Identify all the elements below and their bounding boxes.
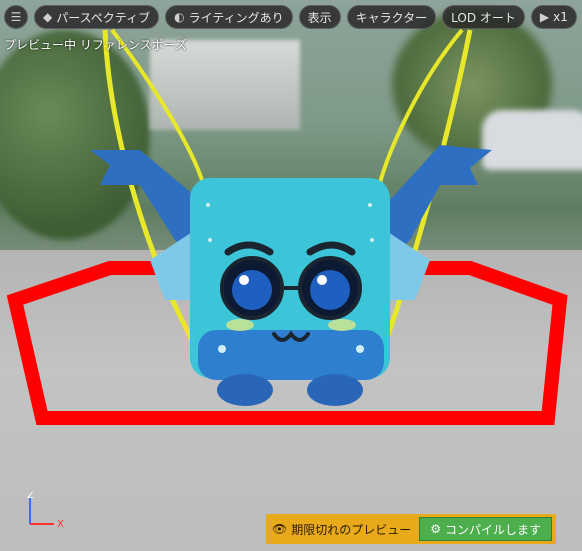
eye-icon: 👁 [272, 522, 288, 536]
left-eye-shine [239, 275, 249, 285]
compile-button[interactable]: ⚙ コンパイルします [419, 517, 553, 541]
show-button[interactable]: 表示 [298, 5, 341, 29]
show-label: 表示 [307, 10, 332, 25]
body-dot [218, 345, 226, 353]
perspective-label: パースペクティブ [56, 10, 151, 25]
left-eye-iris [232, 270, 272, 310]
x-axis-label: X [57, 519, 64, 530]
compile-label: コンパイルします [445, 522, 542, 537]
scene-svg [6, 28, 568, 425]
perspective-button[interactable]: ◆ パースペクティブ [34, 5, 160, 29]
lod-button[interactable]: LOD オート [442, 5, 525, 29]
right-foot [307, 374, 363, 406]
right-wing [390, 145, 492, 260]
character-button[interactable]: キャラクター [346, 5, 437, 29]
body-dot [368, 203, 372, 207]
viewport[interactable]: ☰ ◆ パースペクティブ ◐ ライティングあり 表示 キャラクター LOD オー… [0, 0, 582, 551]
lod-label: LOD オート [451, 10, 516, 25]
expired-preview-status: 👁 期限切れのプレビュー [270, 521, 413, 538]
cube-icon: ◆ [43, 10, 53, 24]
play-speed-button[interactable]: ▶ x1 [530, 5, 577, 29]
menu-button[interactable]: ☰ [4, 5, 28, 29]
axis-gizmo: Z X [27, 492, 64, 530]
character-body-shade [198, 330, 384, 380]
body-dot [208, 238, 212, 242]
expired-preview-label: 期限切れのプレビュー [291, 522, 412, 537]
preview-warning-bar: 👁 期限切れのプレビュー ⚙ コンパイルします [266, 514, 557, 544]
lighting-icon: ◐ [174, 10, 185, 24]
body-dot [370, 238, 374, 242]
body-dot [356, 345, 364, 353]
body-dot [206, 203, 210, 207]
left-foot [217, 374, 273, 406]
lighting-label: ライティングあり [188, 10, 284, 25]
right-eye-iris [310, 270, 350, 310]
play-speed-label: x1 [553, 10, 568, 24]
left-cheek [226, 319, 254, 331]
menu-icon: ☰ [10, 10, 22, 24]
play-icon: ▶ [539, 10, 550, 24]
right-cheek [328, 319, 356, 331]
viewport-toolbar: ☰ ◆ パースペクティブ ◐ ライティングあり 表示 キャラクター LOD オー… [0, 0, 582, 34]
gear-icon: ⚙ [430, 522, 442, 536]
z-axis-label: Z [27, 492, 34, 501]
right-eye-shine [317, 275, 327, 285]
lighting-button[interactable]: ◐ ライティングあり [165, 5, 293, 29]
preview-status: プレビュー中 リファレンスポーズ [4, 38, 187, 52]
character-label: キャラクター [355, 10, 428, 25]
